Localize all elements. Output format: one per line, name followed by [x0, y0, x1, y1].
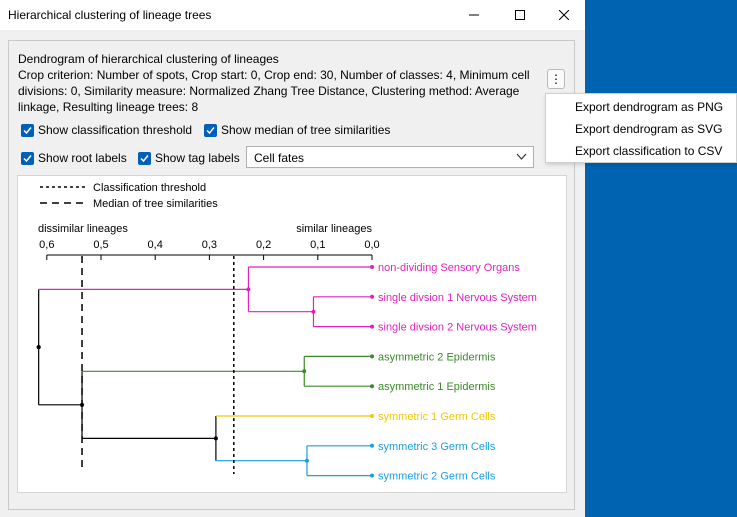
axis-tick-label: 0,1	[310, 239, 325, 251]
minimize-button[interactable]	[451, 0, 497, 30]
dialog-window: Hierarchical clustering of lineage trees…	[0, 0, 585, 517]
axis-tick-label: 0,4	[148, 239, 163, 251]
maximize-icon	[515, 10, 525, 20]
dendrogram-leaf	[370, 384, 374, 389]
menu-item-export-svg[interactable]: Export dendrogram as SVG	[546, 118, 736, 140]
dendrogram-root	[36, 345, 41, 350]
show-classification-threshold-checkbox[interactable]: Show classification threshold	[21, 123, 192, 137]
show-root-labels-checkbox[interactable]: Show root labels	[21, 151, 127, 165]
checkbox-checked-icon	[21, 123, 34, 137]
show-median-checkbox[interactable]: Show median of tree similarities	[204, 123, 390, 137]
checkbox-checked-icon	[138, 151, 151, 165]
leaf-label: symmetric 2 Germ Cells	[378, 471, 496, 483]
dendrogram-leaf	[370, 354, 374, 359]
window-title: Hierarchical clustering of lineage trees	[8, 8, 212, 22]
dendrogram-leaf	[370, 294, 374, 299]
dendrogram-leaf	[370, 443, 374, 448]
checkbox-label: Show root labels	[38, 151, 127, 165]
leaf-label: single divsion 1 Nervous System	[378, 292, 537, 304]
dendrogram-chart: Classification threshold Median of tree s…	[36, 182, 537, 483]
title-bar: Hierarchical clustering of lineage trees	[0, 0, 585, 30]
description-heading: Dendrogram of hierarchical clustering of…	[18, 52, 279, 66]
dendrogram-leaf	[370, 414, 374, 418]
maximize-button[interactable]	[497, 0, 543, 30]
leaf-label: single divsion 2 Nervous System	[378, 322, 537, 334]
axis-tick-label: 0,3	[202, 239, 217, 251]
export-menu: Export dendrogram as PNG Export dendrogr…	[545, 93, 737, 163]
dendrogram-leaf	[370, 324, 374, 329]
axis-right-label: similar lineages	[296, 223, 372, 235]
close-icon	[558, 10, 569, 20]
menu-item-export-csv[interactable]: Export classification to CSV	[546, 140, 736, 162]
minimize-icon	[469, 14, 479, 16]
checkbox-label: Show classification threshold	[38, 123, 193, 137]
axis-tick-label: 0,0	[364, 239, 379, 251]
leaf-label: symmetric 1 Germ Cells	[378, 411, 496, 423]
dendrogram-leaf	[370, 265, 374, 269]
checkbox-checked-icon	[21, 151, 34, 165]
legend-median-label: Median of tree similarities	[93, 198, 218, 210]
close-button[interactable]	[542, 0, 585, 30]
leaf-label: asymmetric 1 Epidermis	[378, 381, 496, 393]
description-details: Crop criterion: Number of spots, Crop st…	[18, 68, 530, 114]
axis-tick-label: 0,6	[39, 239, 54, 251]
more-vertical-icon: ⋮	[550, 72, 562, 86]
axis-tick-label: 0,5	[93, 239, 108, 251]
legend-threshold-label: Classification threshold	[93, 182, 206, 194]
checkbox-label: Show tag labels	[155, 151, 240, 165]
chevron-down-icon	[516, 153, 527, 160]
leaf-label: asymmetric 2 Epidermis	[378, 351, 496, 363]
leaf-label: non-dividing Sensory Organs	[378, 262, 520, 274]
checkbox-checked-icon	[204, 123, 217, 137]
tag-set-select[interactable]: Cell fates	[246, 146, 534, 168]
leaf-label: symmetric 3 Germ Cells	[378, 441, 496, 453]
menu-item-export-png[interactable]: Export dendrogram as PNG	[546, 96, 736, 118]
axis-left-label: dissimilar lineages	[38, 223, 128, 235]
dendrogram-plot: Classification threshold Median of tree s…	[17, 175, 567, 493]
tag-set-value: Cell fates	[254, 151, 305, 165]
show-tag-labels-checkbox[interactable]: Show tag labels	[138, 151, 240, 165]
description: Dendrogram of hierarchical clustering of…	[18, 51, 538, 115]
more-options-button[interactable]: ⋮	[547, 69, 565, 89]
axis-tick-label: 0,2	[256, 239, 271, 251]
checkbox-label: Show median of tree similarities	[221, 123, 391, 137]
dendrogram-leaf	[370, 473, 374, 478]
